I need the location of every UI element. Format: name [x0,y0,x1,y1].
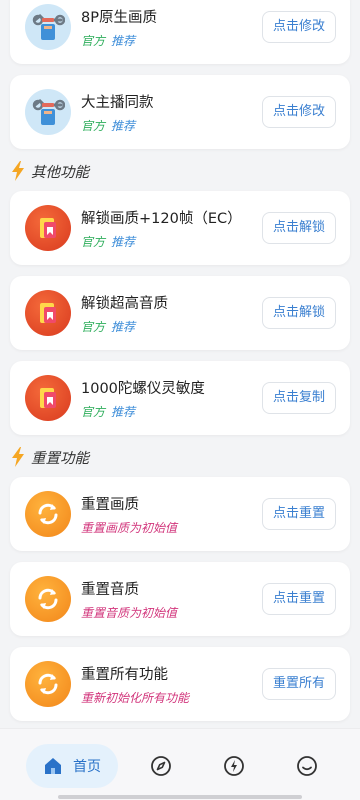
modify-button[interactable]: 点击修改 [261,96,336,128]
card-reset-quality: 重置画质 重置画质为初始值 点击重置 [10,477,350,551]
lightning-icon [12,447,24,467]
tag-recommend: 推荐 [111,320,136,334]
lightning-icon [12,161,24,181]
card-title: 解锁画质+120帧（EC） [81,211,242,227]
card-reset-audio: 重置音质 重置音质为初始值 点击重置 [10,562,350,636]
card-title: 重置音质 [81,582,139,598]
refresh-icon [25,576,71,622]
card-title: 大主播同款 [81,95,154,111]
card-title: 重置画质 [81,497,139,513]
card-description: 重新初始化所有功能 [81,691,190,705]
home-icon [45,758,61,774]
unlock-button[interactable]: 点击解锁 [261,212,336,244]
wrench-icon [25,89,71,135]
lightning-icon[interactable] [223,755,245,777]
tag-official: 官方 [81,235,106,249]
card-tags: 官方 推荐 [81,318,135,335]
section-title-text: 其他功能 [31,164,89,181]
tag-recommend: 推荐 [111,34,136,48]
tag-recommend: 推荐 [111,235,136,249]
refresh-icon [25,661,71,707]
section-title-other: 其他功能 [10,159,89,183]
tag-official: 官方 [81,405,106,419]
tag-official: 官方 [81,320,106,334]
refresh-icon [25,491,71,537]
card-title: 8P原生画质 [81,10,157,26]
reset-button[interactable]: 点击重置 [261,498,336,530]
nav-home[interactable]: 首页 [26,744,118,788]
card-unlock-quality: 解锁画质+120帧（EC） 官方 推荐 点击解锁 [10,191,350,265]
card-tags: 官方 推荐 [81,32,135,49]
card-tags: 官方 推荐 [81,403,135,420]
card-title: 解锁超高音质 [81,296,168,312]
smile-icon[interactable] [296,755,318,777]
card-title: 重置所有功能 [81,667,168,683]
reset-all-button[interactable]: 重置所有 [261,668,336,700]
unlock-app-icon [25,375,71,421]
unlock-button[interactable]: 点击解锁 [261,297,336,329]
card-tags: 官方 推荐 [81,117,135,134]
card-description: 重置画质为初始值 [81,521,178,535]
card-tags: 官方 推荐 [81,233,135,250]
bottom-navigation: 首页 [0,728,360,800]
card-streamer-same: 大主播同款 官方 推荐 点击修改 [10,75,350,149]
nav-home-label: 首页 [73,759,101,775]
unlock-app-icon [25,290,71,336]
card-8p-quality: 8P原生画质 官方 推荐 点击修改 [10,0,350,64]
card-gyro-sensitivity: 1000陀螺仪灵敏度 官方 推荐 点击复制 [10,361,350,435]
card-title: 1000陀螺仪灵敏度 [81,381,205,397]
tag-recommend: 推荐 [111,405,136,419]
tag-official: 官方 [81,119,106,133]
card-unlock-audio: 解锁超高音质 官方 推荐 点击解锁 [10,276,350,350]
section-title-text: 重置功能 [31,450,89,467]
home-indicator [58,795,302,799]
compass-icon[interactable] [150,755,172,777]
reset-button[interactable]: 点击重置 [261,583,336,615]
tag-official: 官方 [81,34,106,48]
wrench-icon [25,4,71,50]
copy-button[interactable]: 点击复制 [261,382,336,414]
tag-recommend: 推荐 [111,119,136,133]
card-reset-all: 重置所有功能 重新初始化所有功能 重置所有 [10,647,350,721]
modify-button[interactable]: 点击修改 [261,11,336,43]
card-description: 重置音质为初始值 [81,606,178,620]
section-title-reset: 重置功能 [10,445,89,469]
unlock-app-icon [25,205,71,251]
